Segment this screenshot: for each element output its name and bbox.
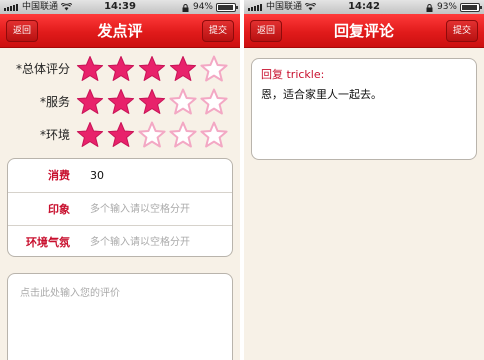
form-row-impression[interactable]: 印象 多个输入请以空格分开 — [8, 192, 232, 226]
reply-textarea[interactable]: 回复 trickle: 恩，适合家里人一起去。 — [251, 58, 477, 160]
battery-icon — [216, 2, 238, 12]
status-bar: 中国联通 14:39 94% — [0, 0, 240, 14]
rating-label: *环境 — [39, 128, 70, 142]
back-button[interactable]: 返回 — [250, 20, 283, 42]
star-empty-icon[interactable] — [169, 121, 197, 149]
review-screen: 中国联通 14:39 94% 发点评 返回 提交 *总体评分 *服务 *环境 消… — [0, 0, 240, 360]
star-filled-icon[interactable] — [107, 88, 135, 116]
star-filled-icon[interactable] — [169, 55, 197, 83]
rating-row-overall: *总体评分 — [0, 54, 240, 84]
battery-icon — [460, 2, 482, 12]
nav-bar: 回复评论 返回 提交 — [244, 14, 484, 48]
star-filled-icon[interactable] — [107, 55, 135, 83]
star-filled-icon[interactable] — [76, 88, 104, 116]
rating-row-service: *服务 — [0, 87, 240, 117]
star-filled-icon[interactable] — [76, 121, 104, 149]
star-empty-icon[interactable] — [138, 121, 166, 149]
star-rating[interactable] — [76, 121, 231, 149]
submit-button[interactable]: 提交 — [445, 20, 478, 42]
lock-icon — [426, 3, 433, 12]
battery-percent: 93% — [436, 2, 457, 12]
spending-input[interactable]: 30 — [90, 159, 104, 192]
star-empty-icon[interactable] — [169, 88, 197, 116]
star-rating[interactable] — [76, 88, 231, 116]
rating-row-environment: *环境 — [0, 120, 240, 150]
form-label: 环境气氛 — [26, 236, 70, 249]
form-row-spending[interactable]: 消费 30 — [8, 159, 232, 192]
comment-textarea[interactable]: 点击此处输入您的评价 — [7, 273, 233, 360]
back-button[interactable]: 返回 — [6, 20, 39, 42]
comment-placeholder: 点击此处输入您的评价 — [20, 288, 120, 299]
review-form: 消费 30 印象 多个输入请以空格分开 环境气氛 多个输入请以空格分开 — [7, 158, 233, 257]
submit-button[interactable]: 提交 — [201, 20, 234, 42]
star-filled-icon[interactable] — [138, 55, 166, 83]
form-label: 消费 — [48, 169, 70, 182]
battery-percent: 94% — [192, 2, 213, 12]
atmosphere-input[interactable]: 多个输入请以空格分开 — [90, 226, 190, 256]
reply-target: 回复 trickle: — [261, 68, 325, 81]
reply-screen: 中国联通 14:42 93% 回复评论 返回 提交 回复 trickle: 恩，… — [244, 0, 484, 360]
star-filled-icon[interactable] — [107, 121, 135, 149]
rating-label: *服务 — [39, 95, 70, 109]
star-empty-icon[interactable] — [200, 121, 228, 149]
star-filled-icon[interactable] — [138, 88, 166, 116]
star-filled-icon[interactable] — [76, 55, 104, 83]
form-row-atmosphere[interactable]: 环境气氛 多个输入请以空格分开 — [8, 225, 232, 256]
lock-icon — [182, 3, 189, 12]
rating-label: *总体评分 — [15, 62, 70, 76]
impression-input[interactable]: 多个输入请以空格分开 — [90, 193, 190, 226]
form-label: 印象 — [48, 203, 70, 216]
star-rating[interactable] — [76, 55, 231, 83]
status-bar: 中国联通 14:42 93% — [244, 0, 484, 14]
star-empty-icon[interactable] — [200, 88, 228, 116]
nav-bar: 发点评 返回 提交 — [0, 14, 240, 48]
reply-text: 恩，适合家里人一起去。 — [261, 88, 382, 101]
star-empty-icon[interactable] — [200, 55, 228, 83]
